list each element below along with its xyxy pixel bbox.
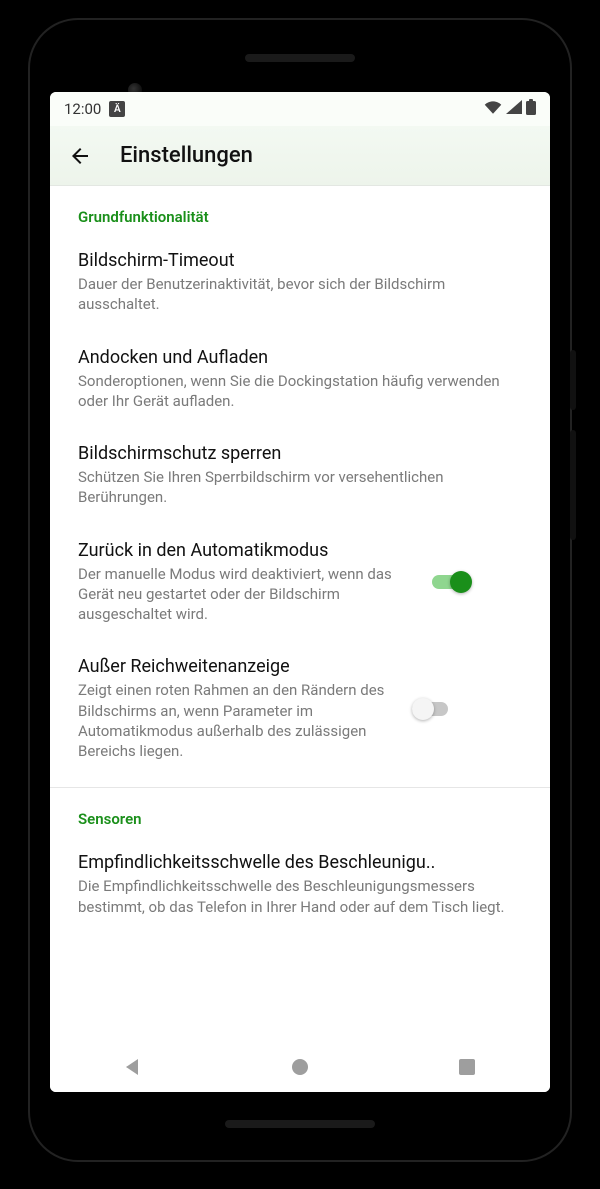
- setting-auto-mode[interactable]: Zurück in den Automatikmodus Der manuell…: [50, 524, 550, 641]
- setting-title: Empfindlichkeitsschwelle des Beschleunig…: [78, 852, 522, 873]
- setting-dock-charge[interactable]: Andocken und Aufladen Sonderoptionen, we…: [50, 331, 550, 428]
- setting-subtitle: Schützen Sie Ihren Sperrbildschirm vor v…: [78, 467, 522, 508]
- circle-home-icon: [290, 1057, 310, 1077]
- setting-title: Außer Reichweitenanzeige: [78, 656, 398, 677]
- setting-subtitle: Die Empfindlichkeitsschwelle des Beschle…: [78, 876, 522, 917]
- square-recent-icon: [458, 1058, 476, 1076]
- side-button: [570, 350, 576, 410]
- nav-home-button[interactable]: [270, 1047, 330, 1087]
- status-time: 12:00: [64, 100, 101, 118]
- setting-title: Bildschirm-Timeout: [78, 250, 522, 271]
- back-button[interactable]: [60, 136, 100, 176]
- keyboard-lang-icon: Ä: [109, 101, 125, 117]
- setting-subtitle: Sonderoptionen, wenn Sie die Dockingstat…: [78, 371, 522, 412]
- settings-list[interactable]: Grundfunktionalität Bildschirm-Timeout D…: [50, 186, 550, 1042]
- toggle-out-of-range[interactable]: [412, 698, 452, 720]
- setting-title: Andocken und Aufladen: [78, 347, 522, 368]
- setting-lock-screen[interactable]: Bildschirmschutz sperren Schützen Sie Ih…: [50, 427, 550, 524]
- arrow-back-icon: [68, 144, 92, 168]
- nav-recent-button[interactable]: [437, 1047, 497, 1087]
- triangle-back-icon: [123, 1057, 143, 1077]
- setting-screen-timeout[interactable]: Bildschirm-Timeout Dauer der Benutzerina…: [50, 234, 550, 331]
- battery-icon: [526, 99, 536, 119]
- section-header-sensors: Sensoren: [50, 788, 550, 836]
- side-button: [570, 430, 576, 540]
- page-title: Einstellungen: [120, 143, 253, 168]
- nav-back-button[interactable]: [103, 1047, 163, 1087]
- speaker-top: [245, 54, 355, 62]
- screen: 12:00 Ä Einstellungen Grundfunktionalitä…: [50, 92, 550, 1092]
- toggle-auto-mode[interactable]: [432, 571, 472, 593]
- setting-accel-threshold[interactable]: Empfindlichkeitsschwelle des Beschleunig…: [50, 836, 550, 925]
- status-bar: 12:00 Ä: [50, 92, 550, 126]
- app-bar: Einstellungen: [50, 126, 550, 186]
- setting-title: Bildschirmschutz sperren: [78, 443, 522, 464]
- wifi-icon: [484, 100, 502, 118]
- cellular-icon: [506, 100, 522, 118]
- setting-subtitle: Zeigt einen roten Rahmen an den Rändern …: [78, 680, 398, 761]
- section-header-basic: Grundfunktionalität: [50, 186, 550, 234]
- system-nav-bar: [50, 1042, 550, 1092]
- setting-subtitle: Dauer der Benutzerinaktivität, bevor sic…: [78, 274, 522, 315]
- speaker-bottom: [225, 1120, 375, 1128]
- setting-title: Zurück in den Automatikmodus: [78, 540, 418, 561]
- setting-subtitle: Der manuelle Modus wird deaktiviert, wen…: [78, 564, 418, 625]
- setting-out-of-range[interactable]: Außer Reichweitenanzeige Zeigt einen rot…: [50, 640, 550, 777]
